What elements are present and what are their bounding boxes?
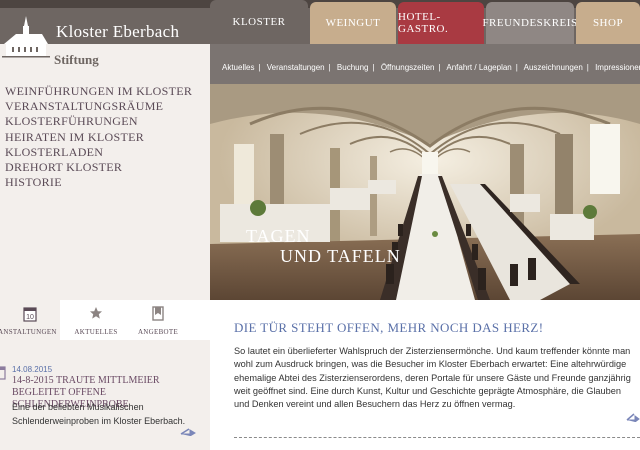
news-date: 14.08.2015	[12, 365, 53, 374]
subnav-item-impressionen[interactable]: Impressionen	[595, 63, 640, 72]
site-title: Kloster Eberbach	[56, 22, 180, 41]
subnav-item-auszeichnungen[interactable]: Auszeichnungen	[524, 63, 583, 72]
subnav-item-aktuelles[interactable]: Aktuelles	[222, 63, 254, 72]
subnav: Aktuelles | Veranstaltungen | Buchung | Öff…	[222, 63, 640, 72]
monastery-logo-icon	[2, 16, 50, 58]
hero-caption-line1: TAGEN	[246, 226, 311, 246]
bookmark-icon	[152, 306, 164, 321]
main-headline: DIE TÜR STEHT OFFEN, MEHR NOCH DAS HERZ!	[234, 320, 544, 335]
svg-text:10: 10	[26, 314, 34, 321]
hero-hall-illustration	[210, 84, 640, 300]
sidebar-item-veranstaltungsraeume[interactable]: Veranstaltungsräume	[5, 99, 192, 114]
nav-tab-kloster[interactable]: KLOSTER	[210, 0, 308, 44]
main-body-text: So lautet ein überlieferter Wahlspruch d…	[234, 346, 631, 410]
logo[interactable]: Kloster Eberbach Stiftung	[0, 0, 210, 80]
nav-tab-hotel-gastro[interactable]: HOTEL-GASTRO.	[398, 2, 484, 44]
site-subtitle: Stiftung	[54, 52, 99, 67]
divider	[234, 437, 640, 438]
sidebar-menu: Weinführungen im Kloster Veranstaltungsr…	[5, 84, 192, 190]
nav-tab-weingut[interactable]: WEINGUT	[310, 2, 396, 44]
sidebar-item-drehort[interactable]: Drehort Kloster	[5, 160, 192, 175]
sidebar-item-klosterladen[interactable]: Klosterladen	[5, 145, 192, 160]
tab-veranstaltungen[interactable]: 10 ANSTALTUNGEN	[0, 300, 60, 340]
sidebar-item-klosterfuehrungen[interactable]: Klosterführungen	[5, 114, 192, 129]
hero-caption-line2: UND TAFELN	[280, 246, 401, 266]
subnav-item-oeffnungszeiten[interactable]: Öffnungszeiten	[381, 63, 435, 72]
calendar-icon: 10	[23, 307, 37, 322]
hero-image: TAGEN UND TAFELN	[210, 84, 640, 300]
arrow-right-icon[interactable]	[180, 426, 196, 436]
news-calendar-icon	[0, 366, 6, 380]
nav-tab-freundeskreis[interactable]: FREUNDESKREIS	[482, 2, 577, 44]
sidebar-item-weinfuehrungen[interactable]: Weinführungen im Kloster	[5, 84, 192, 99]
tab-aktuelles-label: AKTUELLES	[74, 328, 118, 336]
subnav-item-anfahrt[interactable]: Anfahrt / Lageplan	[446, 63, 511, 72]
tab-angebote[interactable]: ANGEBOTE	[128, 300, 188, 340]
subnav-item-veranstaltungen[interactable]: Veranstaltungen	[267, 63, 325, 72]
subnav-item-buchung[interactable]: Buchung	[337, 63, 369, 72]
tab-angebote-label: ANGEBOTE	[137, 328, 179, 336]
arrow-right-icon[interactable]	[626, 410, 640, 422]
sidebar-item-historie[interactable]: Historie	[5, 175, 192, 190]
nav-tab-shop[interactable]: SHOP	[576, 2, 640, 44]
tab-aktuelles[interactable]: AKTUELLES	[66, 300, 126, 340]
news-text: Eine der beliebten Musikalischen Schlend…	[12, 402, 186, 426]
star-icon	[90, 307, 102, 319]
sidebar-item-heiraten[interactable]: Heiraten im Kloster	[5, 130, 192, 145]
tab-veranstaltungen-label: ANSTALTUNGEN	[0, 328, 57, 336]
